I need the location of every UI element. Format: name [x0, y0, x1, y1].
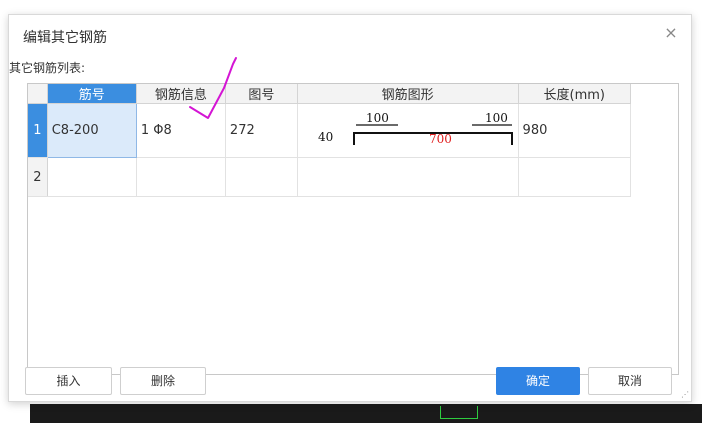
- close-icon[interactable]: ×: [661, 23, 681, 43]
- cell-bar-info[interactable]: [136, 157, 226, 197]
- cell-bar-shape[interactable]: 100 100 40 700: [297, 103, 519, 158]
- table-header-row: 筋号 钢筋信息 图号 钢筋图形 长度(mm): [28, 84, 632, 104]
- header-corner: [28, 84, 48, 104]
- header-bar-shape[interactable]: 钢筋图形: [297, 84, 519, 104]
- background-green-shape: [440, 406, 478, 419]
- rebar-table-container: 筋号 钢筋信息 图号 钢筋图形 长度(mm) 1 C8-200 1 Φ8 272…: [27, 83, 679, 375]
- header-bar-info[interactable]: 钢筋信息: [136, 84, 226, 104]
- dialog-title: 编辑其它钢筋: [23, 30, 107, 46]
- cell-bar-no[interactable]: C8-200: [46, 103, 137, 158]
- insert-button[interactable]: 插入: [25, 367, 112, 395]
- cancel-button[interactable]: 取消: [588, 367, 672, 395]
- resize-grip-icon[interactable]: ⋰: [681, 390, 689, 399]
- edit-other-rebar-dialog: 编辑其它钢筋 × 其它钢筋列表: 筋号 钢筋信息 图号 钢筋图形 长度(mm): [8, 14, 692, 402]
- cell-figure-no[interactable]: 272: [225, 103, 298, 158]
- rebar-list-label: 其它钢筋列表:: [9, 61, 86, 75]
- bar-shape-diagram: 100 100 40 700: [318, 111, 513, 146]
- table-row[interactable]: 2: [28, 157, 632, 197]
- header-length[interactable]: 长度(mm): [518, 84, 632, 104]
- rebar-table: 筋号 钢筋信息 图号 钢筋图形 长度(mm) 1 C8-200 1 Φ8 272…: [28, 84, 632, 197]
- ok-button[interactable]: 确定: [496, 367, 580, 395]
- dim-top-left: 100: [366, 111, 389, 125]
- cell-bar-no[interactable]: [47, 157, 137, 197]
- table-row[interactable]: 1 C8-200 1 Φ8 272 100 100 40 700 980: [28, 103, 632, 158]
- row-number[interactable]: 1: [28, 103, 48, 158]
- row-number[interactable]: 2: [28, 157, 48, 197]
- header-bar-no[interactable]: 筋号: [47, 84, 137, 104]
- cell-figure-no[interactable]: [225, 157, 298, 197]
- background-canvas-strip: [30, 404, 702, 423]
- cell-length[interactable]: 980: [518, 103, 632, 158]
- delete-button[interactable]: 删除: [120, 367, 206, 395]
- dim-middle: 700: [429, 132, 452, 146]
- cell-length[interactable]: [518, 157, 632, 197]
- dim-top-right: 100: [485, 111, 508, 125]
- dim-left: 40: [318, 130, 333, 144]
- cell-bar-info[interactable]: 1 Φ8: [136, 103, 226, 158]
- cell-bar-shape[interactable]: [297, 157, 519, 197]
- header-figure-no[interactable]: 图号: [225, 84, 298, 104]
